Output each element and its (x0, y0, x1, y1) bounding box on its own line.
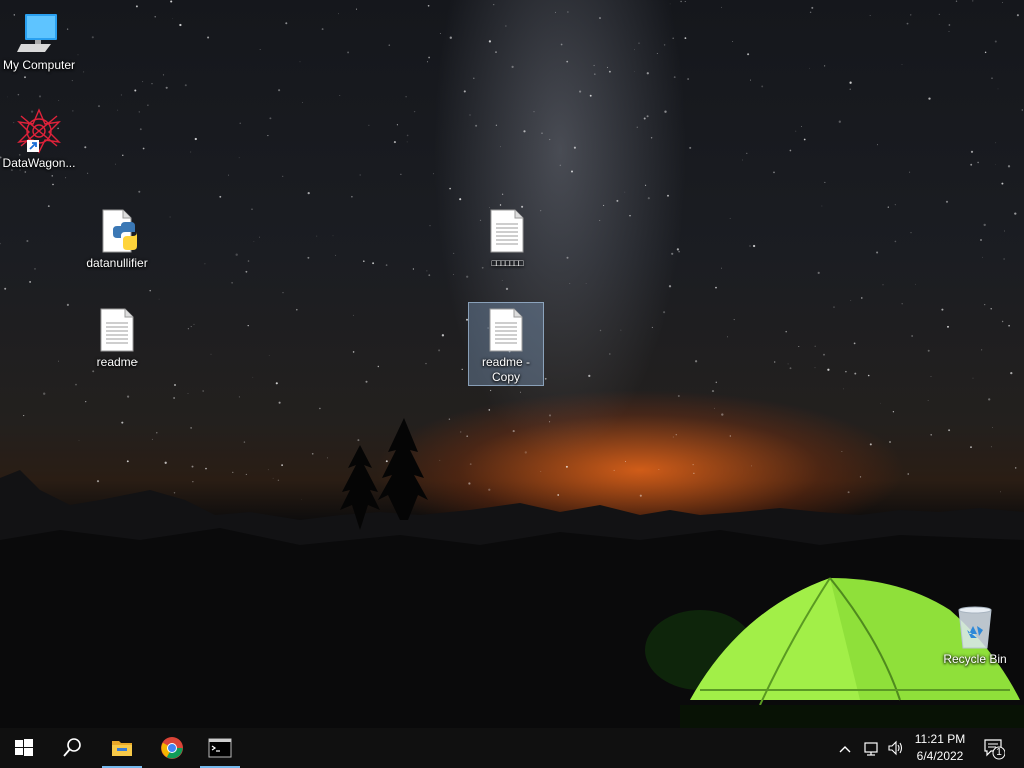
desktop-icon-datanullifier[interactable]: datanullifier (79, 204, 155, 271)
desktop-icon-my-computer[interactable]: My Computer (1, 6, 77, 73)
icon-label: datanullifier (86, 256, 148, 270)
taskbar-chrome[interactable] (150, 728, 194, 768)
icon-label: DataWagon... (2, 156, 76, 170)
text-file-icon (100, 308, 134, 352)
windows-start-icon (15, 739, 33, 756)
network-icon (864, 742, 878, 756)
recycle-bin-icon (958, 606, 992, 649)
notification-count: 1 (996, 747, 1002, 758)
folder-icon (112, 741, 132, 756)
network-button[interactable] (858, 728, 884, 768)
text-file-icon (490, 209, 524, 253)
desktop-icon-unnamed-file[interactable]: □□□□□□□ (469, 204, 545, 271)
taskbar: 11:21 PM 6/4/2022 1 (0, 728, 1024, 768)
taskbar-command-prompt[interactable] (198, 728, 242, 768)
desktop-icon-datawagon[interactable]: DataWagon... (1, 104, 77, 171)
icon-label: My Computer (2, 58, 76, 72)
search-icon (63, 738, 81, 757)
clock-date: 6/4/2022 (916, 749, 964, 763)
chevron-up-icon (839, 746, 851, 753)
show-hidden-icons-button[interactable] (834, 728, 856, 768)
taskbar-file-explorer[interactable] (100, 728, 144, 768)
desktop-icon-readme-copy[interactable]: readme - Copy (468, 302, 544, 386)
chrome-icon (161, 737, 183, 759)
volume-button[interactable] (884, 728, 908, 768)
clock-time: 11:21 PM (914, 732, 966, 746)
start-button[interactable] (2, 728, 46, 768)
computer-icon (17, 14, 57, 52)
text-file-icon (489, 308, 523, 352)
datawagon-shortcut-icon (17, 108, 61, 154)
desktop-background: My Computer DataWagon... datanullifier r… (0, 0, 1024, 728)
desktop-icon-readme[interactable]: readme (79, 303, 155, 370)
terminal-icon (208, 738, 232, 758)
icon-label: readme (96, 355, 138, 369)
clock-button[interactable]: 11:21 PM 6/4/2022 (910, 728, 970, 768)
icon-label: □□□□□□□ (491, 258, 523, 268)
python-file-icon (102, 209, 137, 253)
speaker-icon (888, 740, 903, 756)
search-button[interactable] (50, 728, 94, 768)
icon-label: readme - Copy (481, 355, 531, 384)
desktop-icon-recycle-bin[interactable]: Recycle Bin (937, 600, 1013, 667)
icon-label: Recycle Bin (943, 652, 1007, 666)
action-center-button[interactable]: 1 (978, 728, 1012, 768)
